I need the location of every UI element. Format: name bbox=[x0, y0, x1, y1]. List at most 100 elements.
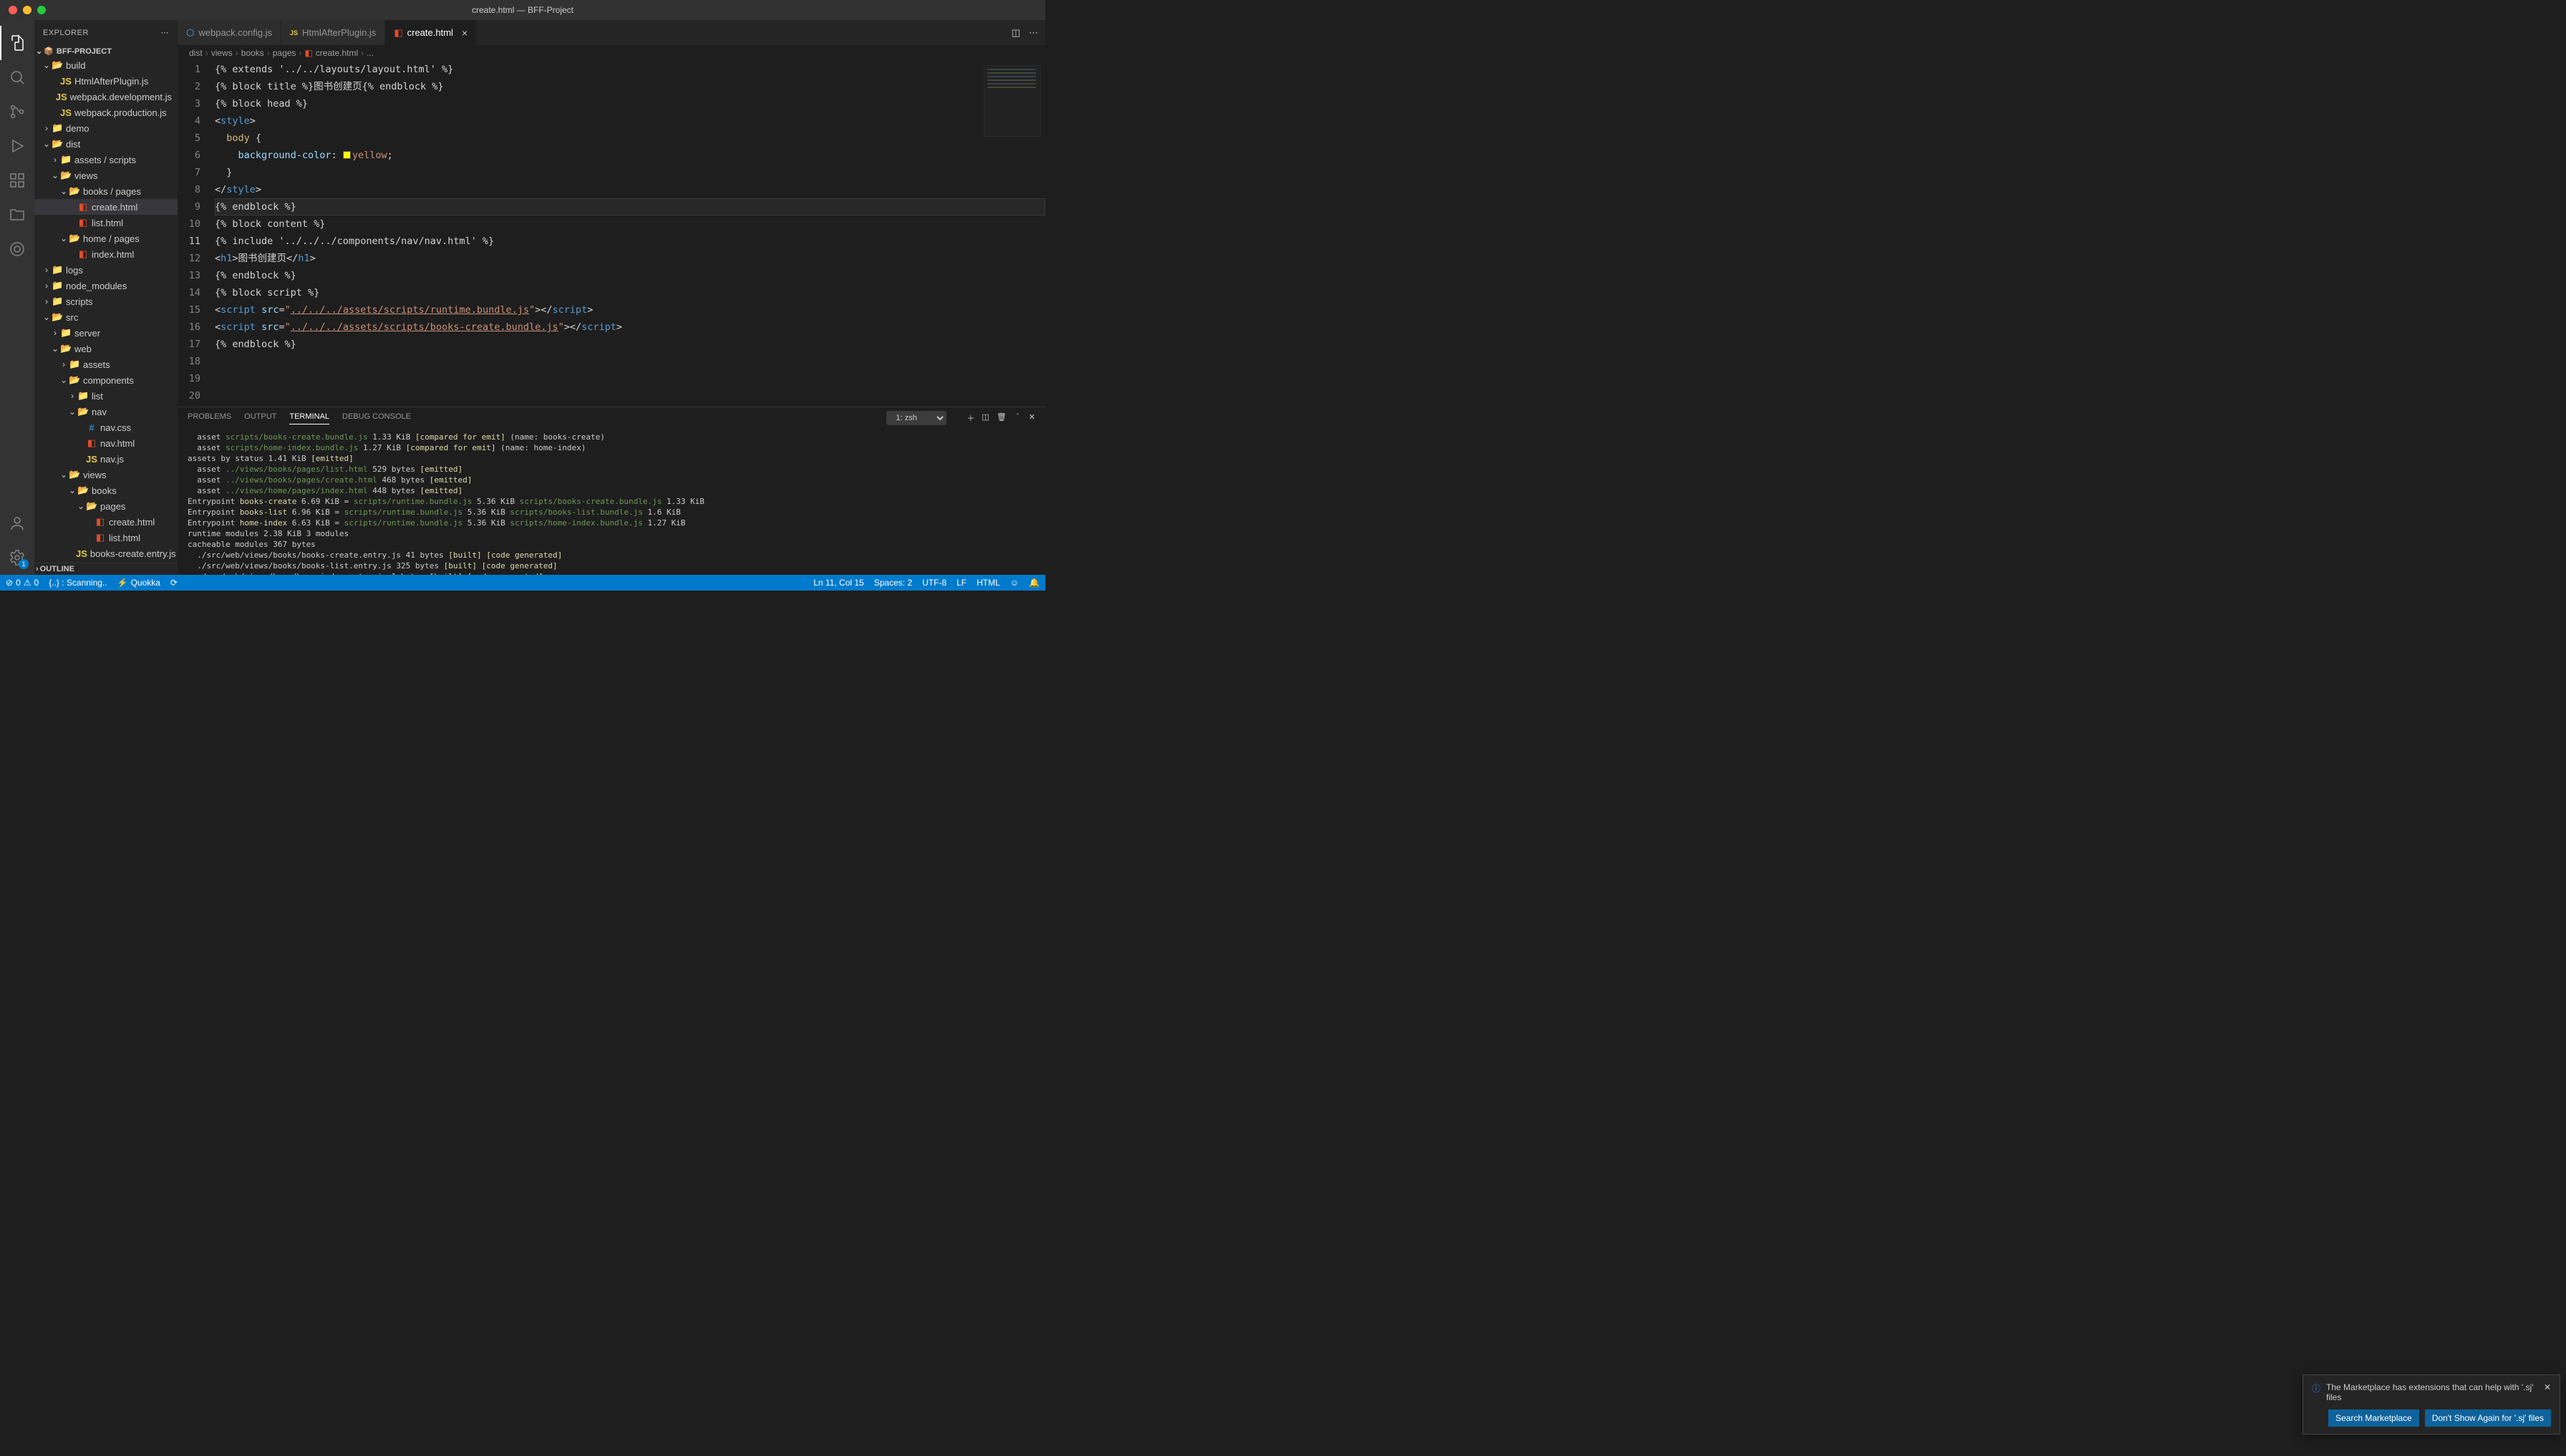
folder-item[interactable]: ›📁logs bbox=[34, 262, 178, 278]
maximize-window-button[interactable] bbox=[37, 6, 46, 14]
notification-toast: ⓘ The Marketplace has extensions that ca… bbox=[2303, 1374, 2560, 1435]
status-sync-icon[interactable]: ⟳ bbox=[170, 578, 178, 588]
kill-terminal-icon[interactable]: 🗑 bbox=[997, 412, 1007, 424]
folder-item[interactable]: ›📁demo bbox=[34, 120, 178, 136]
folder-item[interactable]: ›📁list bbox=[34, 388, 178, 404]
new-terminal-icon[interactable]: ＋ bbox=[967, 412, 974, 424]
folder-item[interactable]: ⌄📂books bbox=[34, 482, 178, 498]
status-lang[interactable]: HTML bbox=[977, 578, 1000, 588]
search-icon[interactable] bbox=[0, 60, 34, 94]
close-panel-icon[interactable]: ✕ bbox=[1029, 412, 1035, 424]
run-debug-icon[interactable] bbox=[0, 129, 34, 163]
code-editor[interactable]: {% extends '../../layouts/layout.html' %… bbox=[215, 61, 1045, 407]
close-window-button[interactable] bbox=[9, 6, 17, 14]
source-control-icon[interactable] bbox=[0, 94, 34, 129]
file-item[interactable]: JSHtmlAfterPlugin.js bbox=[34, 73, 178, 89]
status-eol[interactable]: LF bbox=[957, 578, 967, 588]
window-title: create.html — BFF-Project bbox=[472, 5, 573, 15]
folder-item[interactable]: ⌄📂web bbox=[34, 341, 178, 356]
folder-item[interactable]: ⌄📂views bbox=[34, 467, 178, 482]
status-encoding[interactable]: UTF-8 bbox=[922, 578, 946, 588]
status-scanning[interactable]: {..} : Scanning.. bbox=[49, 578, 107, 588]
folder-item[interactable]: ⌄📂home / pages bbox=[34, 230, 178, 246]
maximize-panel-icon[interactable]: ＾ bbox=[1014, 412, 1022, 424]
file-item[interactable]: ◧list.html bbox=[34, 530, 178, 545]
file-item[interactable]: ◧create.html bbox=[34, 514, 178, 530]
explorer-icon[interactable] bbox=[0, 26, 34, 60]
panel-tab[interactable]: DEBUG CONSOLE bbox=[342, 412, 411, 424]
folder-item[interactable]: ›📁scripts bbox=[34, 293, 178, 309]
file-tree: ⌄📂buildJSHtmlAfterPlugin.jsJSwebpack.dev… bbox=[34, 57, 178, 563]
dont-show-again-button[interactable]: Don't Show Again for '.sj' files bbox=[2425, 1409, 2551, 1427]
line-numbers: 123456789101112131415161718192021 bbox=[178, 61, 215, 407]
split-editor-icon[interactable]: ◫ bbox=[1012, 27, 1020, 39]
sidebar-more-icon[interactable]: ⋯ bbox=[161, 28, 170, 37]
breadcrumb-item[interactable]: books bbox=[241, 48, 264, 58]
file-item[interactable]: #nav.css bbox=[34, 419, 178, 435]
settings-icon[interactable]: 1 bbox=[0, 540, 34, 575]
breadcrumb-item[interactable]: pages bbox=[273, 48, 296, 58]
folder-item[interactable]: ⌄📂books / pages bbox=[34, 183, 178, 199]
file-item[interactable]: JSwebpack.development.js bbox=[34, 89, 178, 105]
status-bell-icon[interactable]: 🔔 bbox=[1029, 578, 1040, 588]
editor-tabs: ⬡webpack.config.jsJSHtmlAfterPlugin.js◧c… bbox=[178, 20, 1045, 45]
search-marketplace-button[interactable]: Search Marketplace bbox=[2328, 1409, 2419, 1427]
tab-more-icon[interactable]: ⋯ bbox=[1029, 27, 1038, 39]
breadcrumb-item[interactable]: create.html bbox=[316, 48, 358, 58]
folder-item[interactable]: ⌄📂pages bbox=[34, 498, 178, 514]
editor-tab[interactable]: JSHtmlAfterPlugin.js bbox=[281, 20, 385, 45]
terminal-shell-select[interactable]: 1: zsh bbox=[886, 411, 946, 425]
notification-message: The Marketplace has extensions that can … bbox=[2326, 1382, 2538, 1402]
status-feedback-icon[interactable]: ☺ bbox=[1010, 578, 1019, 588]
titlebar: create.html — BFF-Project bbox=[0, 0, 1045, 20]
breadcrumbs[interactable]: dist›views›books›pages›◧ create.html›... bbox=[178, 45, 1045, 61]
outline-section[interactable]: ›OUTLINE bbox=[34, 563, 178, 575]
editor-tab[interactable]: ◧create.html× bbox=[385, 20, 477, 45]
minimize-window-button[interactable] bbox=[23, 6, 32, 14]
folder-item[interactable]: ›📁assets / scripts bbox=[34, 152, 178, 168]
folder-icon[interactable] bbox=[0, 198, 34, 232]
sidebar: EXPLORER ⋯ ⌄📦BFF-PROJECT ⌄📂buildJSHtmlAf… bbox=[34, 20, 178, 575]
bottom-panel: PROBLEMS OUTPUT TERMINAL DEBUG CONSOLE 1: z… bbox=[178, 407, 1045, 575]
panel-tab[interactable]: TERMINAL bbox=[289, 412, 329, 424]
file-item[interactable]: JSwebpack.production.js bbox=[34, 105, 178, 120]
folder-item[interactable]: ⌄📂components bbox=[34, 372, 178, 388]
info-icon: ⓘ bbox=[2312, 1382, 2320, 1394]
target-icon[interactable] bbox=[0, 232, 34, 266]
panel-tab[interactable]: OUTPUT bbox=[244, 412, 276, 424]
split-terminal-icon[interactable]: ◫ bbox=[982, 412, 989, 424]
folder-item[interactable]: ⌄📂views bbox=[34, 168, 178, 183]
status-quokka[interactable]: ⚡ Quokka bbox=[117, 578, 160, 588]
notification-close-icon[interactable]: ✕ bbox=[2544, 1382, 2551, 1392]
status-spaces[interactable]: Spaces: 2 bbox=[874, 578, 912, 588]
folder-item[interactable]: ›📁node_modules bbox=[34, 278, 178, 293]
panel-tabs: PROBLEMS OUTPUT TERMINAL DEBUG CONSOLE 1: z… bbox=[178, 407, 1045, 429]
terminal-output[interactable]: asset scripts/books-create.bundle.js 1.3… bbox=[178, 429, 1045, 575]
breadcrumb-item[interactable]: dist bbox=[189, 48, 203, 58]
file-item[interactable]: JSnav.js bbox=[34, 451, 178, 467]
breadcrumb-item[interactable]: ... bbox=[367, 48, 374, 58]
project-root[interactable]: ⌄📦BFF-PROJECT bbox=[34, 45, 178, 57]
file-item[interactable]: ◧index.html bbox=[34, 246, 178, 262]
status-errors[interactable]: ⊘ 0 ⚠ 0 bbox=[6, 578, 39, 588]
account-icon[interactable] bbox=[0, 506, 34, 540]
folder-item[interactable]: ⌄📂nav bbox=[34, 404, 178, 419]
folder-item[interactable]: ›📁assets bbox=[34, 356, 178, 372]
close-tab-icon[interactable]: × bbox=[462, 27, 468, 39]
file-item[interactable]: ◧list.html bbox=[34, 215, 178, 230]
folder-item[interactable]: ⌄📂dist bbox=[34, 136, 178, 152]
file-item[interactable]: JSbooks-create.entry.js bbox=[34, 545, 178, 561]
breadcrumb-item[interactable]: views bbox=[211, 48, 233, 58]
sidebar-title: EXPLORER bbox=[43, 29, 89, 37]
folder-item[interactable]: ⌄📂src bbox=[34, 309, 178, 325]
status-cursor[interactable]: Ln 11, Col 15 bbox=[813, 578, 864, 588]
file-item[interactable]: ◧nav.html bbox=[34, 435, 178, 451]
editor-tab[interactable]: ⬡webpack.config.js bbox=[178, 20, 281, 45]
panel-tab[interactable]: PROBLEMS bbox=[188, 412, 231, 424]
activity-bar: 1 bbox=[0, 20, 34, 575]
file-item[interactable]: ◧create.html bbox=[34, 199, 178, 215]
extensions-icon[interactable] bbox=[0, 163, 34, 198]
folder-item[interactable]: ⌄📂build bbox=[34, 57, 178, 73]
statusbar: ⊘ 0 ⚠ 0 {..} : Scanning.. ⚡ Quokka ⟳ Ln … bbox=[0, 575, 1045, 591]
folder-item[interactable]: ›📁server bbox=[34, 325, 178, 341]
